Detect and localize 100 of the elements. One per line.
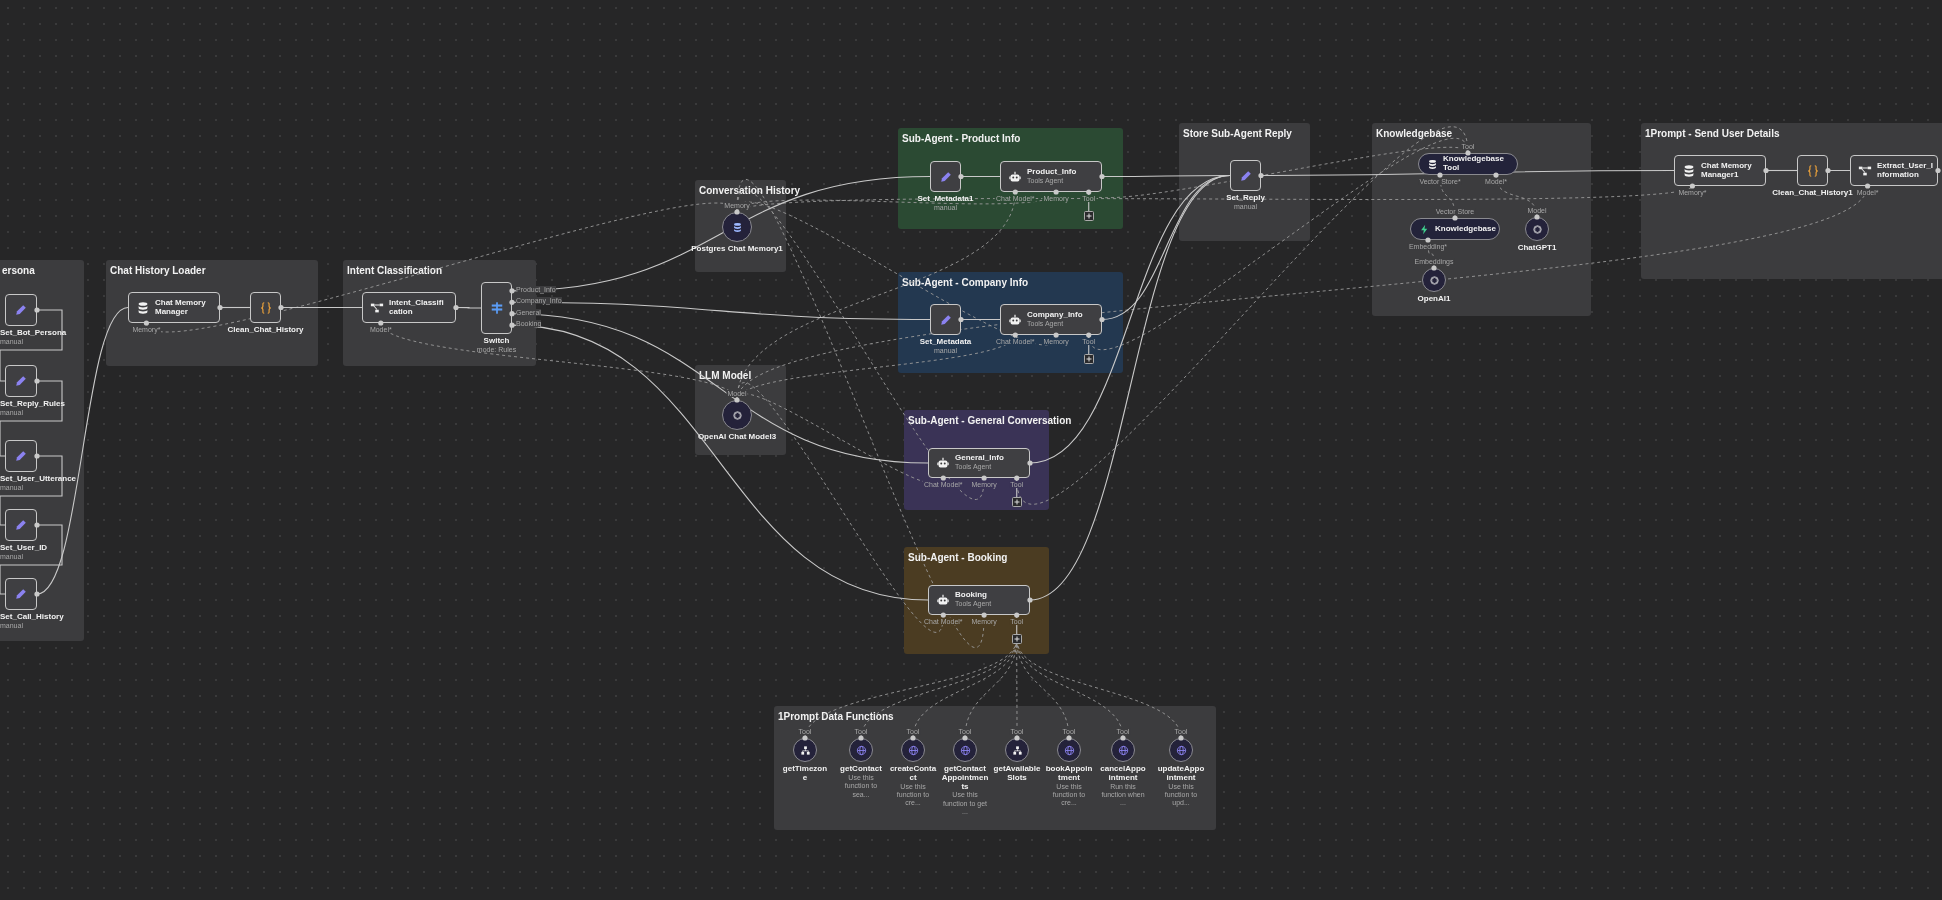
port-dot[interactable] (1027, 460, 1033, 466)
port-dot[interactable] (1178, 735, 1184, 741)
port-dot[interactable] (1534, 214, 1540, 220)
workflow-node[interactable]: Intent_Classification (362, 292, 456, 323)
node-name: Postgres Chat Memory1 (691, 245, 783, 254)
port-dot[interactable] (981, 475, 987, 481)
port-dot[interactable] (1763, 167, 1769, 174)
workflow-node[interactable] (1230, 160, 1261, 191)
add-button[interactable] (1083, 354, 1094, 364)
node-name: Product_Info (1027, 167, 1077, 177)
workflow-node[interactable] (481, 282, 512, 334)
port-dot[interactable] (34, 591, 40, 597)
globe-icon (855, 744, 867, 756)
port-dot[interactable] (1053, 189, 1059, 195)
note-title: Conversation History (699, 185, 801, 196)
port-dot[interactable] (509, 288, 515, 294)
port-dot[interactable] (143, 320, 149, 326)
port-dot[interactable] (1465, 150, 1471, 156)
port-dot[interactable] (217, 304, 223, 311)
port-dot[interactable] (1120, 735, 1126, 741)
workflow-node[interactable] (1797, 155, 1828, 186)
pencil-icon (14, 374, 28, 388)
workflow-node[interactable] (930, 161, 961, 192)
port-dot[interactable] (378, 320, 384, 326)
port-dot[interactable] (509, 311, 515, 317)
port-dot[interactable] (962, 735, 968, 741)
port-dot[interactable] (34, 522, 40, 528)
workflow-node[interactable]: Knowledgebase Tool (1418, 153, 1518, 175)
port-dot[interactable] (981, 612, 987, 618)
workflow-node[interactable] (5, 294, 37, 326)
port-dot[interactable] (1066, 735, 1072, 741)
port-dot[interactable] (940, 612, 946, 618)
port-dot[interactable] (858, 735, 864, 741)
workflow-node[interactable] (5, 578, 37, 610)
node-name: ChatGPT1 (1517, 244, 1557, 253)
workflow-node[interactable] (250, 292, 281, 323)
port-dot[interactable] (802, 735, 808, 741)
node-name: Set_Call_History (0, 613, 64, 622)
port-dot[interactable] (1012, 189, 1018, 195)
add-button[interactable] (1011, 634, 1022, 644)
port-dot[interactable] (1014, 475, 1020, 481)
port-dot[interactable] (453, 304, 459, 311)
port-dot[interactable] (734, 397, 740, 403)
workflow-node[interactable] (5, 509, 37, 541)
port-dot[interactable] (1825, 167, 1831, 174)
node-name: Booking (955, 591, 988, 601)
workflow-node[interactable] (930, 304, 961, 335)
port-dot[interactable] (1865, 183, 1871, 189)
node-name: Set_Reply (1226, 194, 1265, 203)
port-dot[interactable] (1086, 189, 1092, 195)
port-dot[interactable] (1431, 265, 1437, 271)
port-dot[interactable] (1014, 735, 1020, 741)
port-dot[interactable] (1099, 173, 1105, 180)
globe-icon (1063, 744, 1075, 756)
port-dot[interactable] (958, 316, 964, 323)
database-icon (731, 221, 743, 233)
port-dot[interactable] (940, 475, 946, 481)
port-dot[interactable] (1452, 215, 1458, 221)
port-dot[interactable] (1493, 172, 1499, 178)
hierarchy-icon (1011, 744, 1023, 756)
robot-icon (1008, 312, 1022, 327)
node-name: Switch (483, 337, 510, 346)
workflow-node[interactable] (5, 365, 37, 397)
add-button[interactable] (1083, 211, 1094, 221)
port-dot[interactable] (34, 378, 40, 384)
bolt-icon (1419, 223, 1430, 235)
pencil-icon (14, 303, 28, 317)
port-dot[interactable] (1437, 172, 1443, 178)
workflow-node[interactable]: Extract_User_Information (1850, 155, 1938, 186)
add-button[interactable] (1011, 497, 1022, 507)
port-dot[interactable] (278, 304, 284, 311)
port-dot[interactable] (1099, 316, 1105, 323)
note-title: Store Sub-Agent Reply (1183, 128, 1292, 139)
node-name: updateAppointment (1157, 765, 1205, 783)
port-dot[interactable] (1689, 183, 1695, 189)
port-dot[interactable] (1012, 332, 1018, 338)
port-dot[interactable] (910, 735, 916, 741)
port-dot[interactable] (1086, 332, 1092, 338)
workflow-node[interactable]: Knowledgebase (1410, 218, 1500, 240)
node-name: Set_Bot_Persona (0, 329, 67, 338)
node-name: getTimezone (781, 765, 829, 783)
port-dot[interactable] (34, 453, 40, 459)
node-name: Knowledgebase Tool (1443, 155, 1505, 173)
port-dot[interactable] (1258, 172, 1264, 179)
workflow-node[interactable]: Chat Memory Manager (128, 292, 220, 323)
port-dot[interactable] (1053, 332, 1059, 338)
globe-icon (1117, 744, 1129, 756)
port-dot[interactable] (509, 322, 515, 328)
workflow-node[interactable]: Chat Memory Manager1 (1674, 155, 1766, 186)
workflow-node[interactable] (5, 440, 37, 472)
port-dot[interactable] (1935, 167, 1941, 174)
port-dot[interactable] (509, 299, 515, 305)
port-dot[interactable] (34, 307, 40, 313)
port-dot[interactable] (1027, 597, 1033, 603)
port-dot[interactable] (1014, 612, 1020, 618)
robot-icon (1008, 169, 1022, 184)
port-dot[interactable] (958, 173, 964, 180)
note-title: Knowledgebase (1376, 128, 1453, 139)
port-dot[interactable] (1425, 237, 1431, 243)
port-dot[interactable] (734, 209, 740, 215)
